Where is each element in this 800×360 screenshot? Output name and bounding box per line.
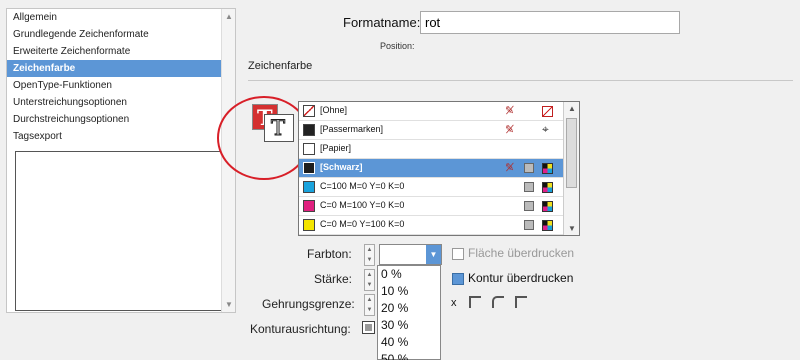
swatch-chip bbox=[303, 200, 315, 212]
swatch-chip bbox=[303, 181, 315, 193]
process-icon bbox=[524, 182, 534, 192]
dropdown-option[interactable]: 50 % bbox=[378, 351, 440, 360]
konturausrichtung-label: Konturausrichtung: bbox=[250, 322, 351, 336]
swatch-row-passermarken[interactable]: [Passermarken] ✎̸ ⌖ bbox=[299, 121, 563, 140]
category-list: Allgemein Grundlegende Zeichenformate Er… bbox=[6, 8, 236, 313]
flaeche-ueberdrucken-label: Fläche überdrucken bbox=[468, 246, 575, 260]
swatch-row-ohne[interactable]: [Ohne] ✎̸ bbox=[299, 102, 563, 121]
swatch-row-magenta[interactable]: C=0 M=100 Y=0 K=0 bbox=[299, 197, 563, 216]
swatch-chip bbox=[303, 143, 315, 155]
kontur-ueberdrucken-label: Kontur überdrucken bbox=[468, 271, 574, 285]
flaeche-ueberdrucken-checkbox[interactable] bbox=[452, 248, 464, 260]
staerke-stepper[interactable]: ▲ ▼ bbox=[364, 269, 375, 291]
process-icon bbox=[524, 163, 534, 173]
swatch-name: [Papier] bbox=[320, 143, 352, 153]
category-item-allgemein[interactable]: Allgemein bbox=[7, 9, 235, 26]
gehrungsgrenze-label: Gehrungsgrenze: bbox=[262, 297, 355, 311]
process-icon bbox=[524, 201, 534, 211]
category-item-erweiterte-zeichenformate[interactable]: Erweiterte Zeichenformate bbox=[7, 43, 235, 60]
swatch-name: [Ohne] bbox=[320, 105, 348, 115]
swatch-row-cyan[interactable]: C=100 M=0 Y=0 K=0 bbox=[299, 178, 563, 197]
kontur-ueberdrucken-checkbox[interactable] bbox=[452, 273, 464, 285]
swatch-name: [Passermarken] bbox=[320, 124, 384, 134]
category-item-opentype-funktionen[interactable]: OpenType-Funktionen bbox=[7, 77, 235, 94]
highlight-circle bbox=[217, 96, 311, 180]
gehrungsgrenze-stepper[interactable]: ▲ ▼ bbox=[364, 294, 375, 316]
scroll-up-icon[interactable]: ▲ bbox=[225, 12, 233, 21]
section-divider bbox=[248, 80, 793, 81]
scroll-up-icon[interactable]: ▲ bbox=[568, 104, 576, 113]
swatch-name: C=0 M=100 Y=0 K=0 bbox=[320, 200, 405, 210]
category-item-zeichenfarbe[interactable]: Zeichenfarbe bbox=[7, 60, 235, 77]
formatname-input[interactable] bbox=[420, 11, 680, 34]
swatch-name: [Schwarz] bbox=[320, 162, 363, 172]
cmyk-icon bbox=[542, 220, 553, 231]
category-item-tagsexport[interactable]: Tagsexport bbox=[7, 128, 235, 145]
dropdown-option[interactable]: 30 % bbox=[378, 317, 440, 334]
dropdown-option[interactable]: 40 % bbox=[378, 334, 440, 351]
dropdown-option[interactable]: 10 % bbox=[378, 283, 440, 300]
stroke-align-center-icon[interactable] bbox=[362, 321, 375, 334]
cmyk-icon bbox=[542, 201, 553, 212]
chevron-down-icon[interactable]: ▼ bbox=[426, 245, 441, 264]
farbton-stepper[interactable]: ▲ ▼ bbox=[364, 244, 375, 266]
none-swatch-icon bbox=[542, 106, 553, 117]
swatch-row-papier[interactable]: [Papier] bbox=[299, 140, 563, 159]
swatch-chip bbox=[303, 162, 315, 174]
swatch-name: C=100 M=0 Y=0 K=0 bbox=[320, 181, 405, 191]
section-title: Zeichenfarbe bbox=[248, 60, 313, 72]
no-edit-icon: ✎̸ bbox=[505, 124, 515, 136]
cmyk-icon bbox=[542, 163, 553, 174]
no-edit-icon: ✎̸ bbox=[505, 105, 515, 117]
formatname-label: Formatname: bbox=[343, 15, 421, 30]
category-item-grundlegende-zeichenformate[interactable]: Grundlegende Zeichenformate bbox=[7, 26, 235, 43]
farbton-combobox[interactable]: ▼ bbox=[379, 244, 442, 265]
category-item-unterstreichungsoptionen[interactable]: Unterstreichungsoptionen bbox=[7, 94, 235, 111]
swatch-chip bbox=[303, 124, 315, 136]
scroll-down-icon[interactable]: ▼ bbox=[568, 224, 576, 233]
round-join-icon[interactable] bbox=[492, 296, 504, 308]
swatch-row-schwarz[interactable]: [Schwarz] ✎̸ bbox=[299, 159, 563, 178]
farbton-label: Farbton: bbox=[307, 247, 352, 261]
process-icon bbox=[524, 220, 534, 230]
bevel-join-icon[interactable] bbox=[515, 296, 527, 308]
position-label: Position: bbox=[380, 41, 415, 51]
swatch-scrollbar[interactable]: ▲ ▼ bbox=[563, 102, 579, 235]
scroll-down-icon[interactable]: ▼ bbox=[225, 300, 233, 309]
miter-join-icon[interactable] bbox=[469, 296, 481, 308]
swatch-list: [Ohne] ✎̸ [Passermarken] ✎̸ ⌖ [Papier] [… bbox=[298, 101, 580, 236]
x-label: x bbox=[451, 297, 457, 309]
swatch-chip bbox=[303, 105, 315, 117]
swatch-name: C=0 M=0 Y=100 K=0 bbox=[320, 219, 405, 229]
no-edit-icon: ✎̸ bbox=[505, 162, 515, 174]
farbton-dropdown-list: 0 % 10 % 20 % 30 % 40 % 50 % bbox=[377, 265, 441, 360]
staerke-label: Stärke: bbox=[314, 272, 353, 286]
dropdown-option[interactable]: 20 % bbox=[378, 300, 440, 317]
category-item-durchstreichungsoptionen[interactable]: Durchstreichungsoptionen bbox=[7, 111, 235, 128]
dropdown-option[interactable]: 0 % bbox=[378, 266, 440, 283]
scroll-thumb[interactable] bbox=[566, 118, 577, 188]
cmyk-icon bbox=[542, 182, 553, 193]
category-blank-area bbox=[15, 151, 231, 311]
swatch-chip bbox=[303, 219, 315, 231]
registration-icon: ⌖ bbox=[542, 122, 549, 136]
swatch-row-yellow[interactable]: C=0 M=0 Y=100 K=0 bbox=[299, 216, 563, 235]
